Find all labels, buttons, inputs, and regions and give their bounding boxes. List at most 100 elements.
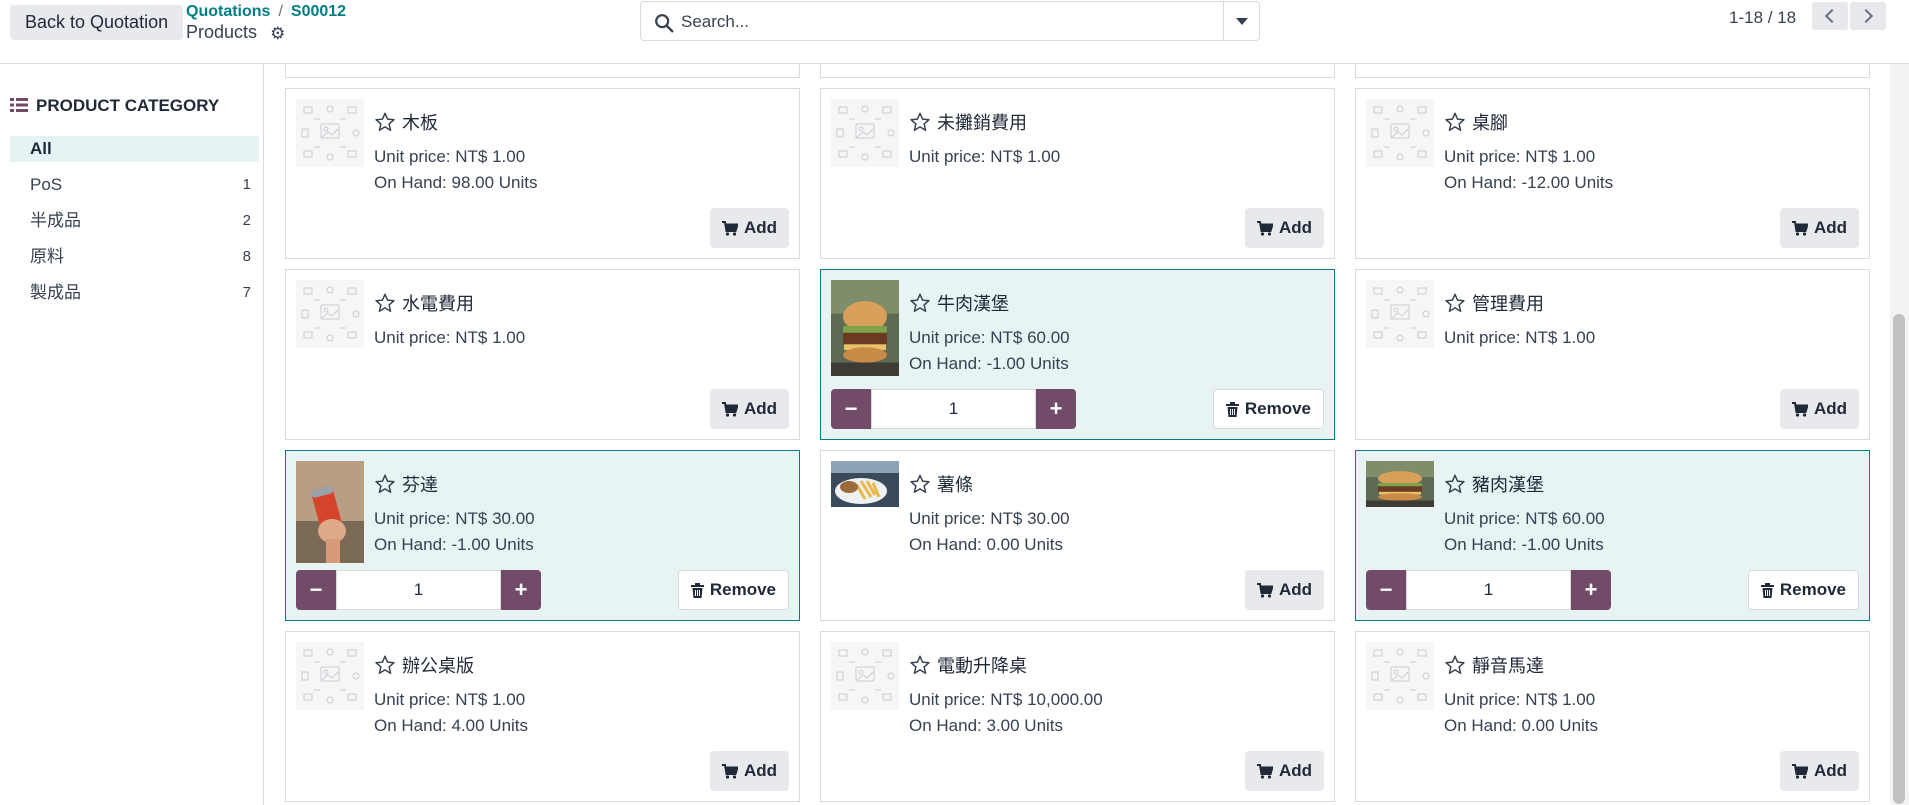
star-icon[interactable]: [909, 654, 931, 676]
product-image: [1366, 99, 1434, 167]
product-card[interactable]: 靜音馬達 Unit price: NT$ 1.00 On Hand: 0.00 Un…: [1355, 631, 1870, 802]
product-card[interactable]: 芬達 Unit price: NT$ 30.00 On Hand: -1.00 Un…: [285, 450, 800, 621]
category-label: 製成品: [30, 283, 81, 302]
trash-icon: [1225, 401, 1239, 417]
add-label: Add: [1278, 218, 1312, 237]
star-icon[interactable]: [909, 111, 931, 133]
product-card[interactable]: 水電費用 Unit price: NT$ 1.00 Add: [285, 269, 800, 440]
star-icon[interactable]: [1444, 292, 1466, 314]
product-card[interactable]: 管理費用 Unit price: NT$ 1.00 Add: [1355, 269, 1870, 440]
product-name: 靜音馬達: [1444, 652, 1544, 678]
product-card-partial[interactable]: [820, 64, 1335, 78]
back-to-quotation-button[interactable]: Back to Quotation: [10, 5, 184, 40]
remove-button[interactable]: Remove: [677, 570, 789, 610]
page-title: Products ⚙: [186, 22, 285, 44]
product-card-partial[interactable]: [285, 64, 800, 78]
unit-price: Unit price: NT$ 1.00: [374, 328, 526, 347]
increase-qty-button[interactable]: +: [1571, 570, 1611, 610]
product-card[interactable]: 電動升降桌 Unit price: NT$ 10,000.00 On Hand: 3…: [820, 631, 1335, 802]
product-name: 電動升降桌: [909, 652, 1027, 678]
star-icon[interactable]: [374, 654, 396, 676]
decrease-qty-button[interactable]: −: [1366, 570, 1406, 610]
chevron-right-icon: [1858, 8, 1874, 24]
quantity-input[interactable]: 1: [871, 389, 1036, 429]
unit-price: Unit price: NT$ 30.00: [909, 509, 1070, 528]
add-button[interactable]: Add: [709, 389, 789, 429]
quantity-stepper: − 1 +: [296, 570, 541, 610]
product-image: [1366, 280, 1434, 348]
control-panel: Back to Quotation Quotations / S00012 Prod…: [0, 0, 1909, 64]
increase-qty-button[interactable]: +: [501, 570, 541, 610]
breadcrumb-quotations-link[interactable]: Quotations: [186, 3, 270, 20]
gear-icon[interactable]: ⚙: [270, 24, 285, 44]
category-sidebar: PRODUCT CATEGORY All PoS 1 半成品 2 原料 8 製成…: [0, 64, 264, 805]
product-image: [1366, 461, 1434, 507]
category-item-pos[interactable]: PoS 1: [10, 172, 259, 198]
product-name: 桌腳: [1444, 109, 1508, 135]
category-item-all[interactable]: All: [10, 136, 259, 162]
breadcrumb-order-link[interactable]: S00012: [291, 3, 346, 20]
add-button[interactable]: Add: [709, 751, 789, 791]
product-name-label: 牛肉漢堡: [937, 294, 1009, 314]
category-label: 原料: [30, 247, 64, 266]
on-hand-qty: On Hand: -12.00 Units: [1444, 173, 1614, 192]
on-hand-qty: On Hand: -1.00 Units: [1444, 535, 1604, 554]
caret-down-icon: [1235, 17, 1248, 25]
star-icon[interactable]: [1444, 111, 1466, 133]
decrease-qty-button[interactable]: −: [831, 389, 871, 429]
pager-previous-button[interactable]: [1812, 2, 1848, 30]
add-button[interactable]: Add: [1244, 570, 1324, 610]
quantity-input[interactable]: 1: [1406, 570, 1571, 610]
scrollbar[interactable]: [1890, 64, 1909, 805]
product-card[interactable]: 薯條 Unit price: NT$ 30.00 On Hand: 0.00 Uni…: [820, 450, 1335, 621]
add-button[interactable]: Add: [1779, 751, 1859, 791]
category-count: 1: [242, 176, 251, 193]
star-icon[interactable]: [1444, 654, 1466, 676]
search-options-toggle[interactable]: [1223, 2, 1259, 40]
increase-qty-button[interactable]: +: [1036, 389, 1076, 429]
minus-icon: −: [1379, 577, 1393, 602]
product-card[interactable]: 桌腳 Unit price: NT$ 1.00 On Hand: -12.00 Un…: [1355, 88, 1870, 259]
product-image: [831, 642, 899, 710]
remove-button[interactable]: Remove: [1747, 570, 1859, 610]
add-button[interactable]: Add: [1244, 208, 1324, 248]
star-icon[interactable]: [909, 292, 931, 314]
product-card[interactable]: 牛肉漢堡 Unit price: NT$ 60.00 On Hand: -1.00 …: [820, 269, 1335, 440]
category-item-finished-goods[interactable]: 製成品 7: [10, 280, 259, 306]
add-label: Add: [1278, 761, 1312, 780]
product-image: [296, 461, 364, 563]
category-count: 8: [242, 248, 251, 265]
list-icon: [10, 98, 28, 112]
star-icon[interactable]: [1444, 473, 1466, 495]
scrollbar-thumb[interactable]: [1893, 314, 1905, 804]
product-card[interactable]: 未攤銷費用 Unit price: NT$ 1.00 Add: [820, 88, 1335, 259]
pager-value[interactable]: 1-18 / 18: [1729, 8, 1796, 28]
star-icon[interactable]: [374, 473, 396, 495]
search-input[interactable]: [681, 8, 1201, 36]
star-icon[interactable]: [909, 473, 931, 495]
cart-icon: [1256, 220, 1273, 236]
category-item-semi-finished[interactable]: 半成品 2: [10, 208, 259, 234]
pager-next-button[interactable]: [1850, 2, 1886, 30]
star-icon[interactable]: [374, 292, 396, 314]
product-name: 管理費用: [1444, 290, 1544, 316]
product-card[interactable]: 辦公桌版 Unit price: NT$ 1.00 On Hand: 4.00 Un…: [285, 631, 800, 802]
breadcrumb-separator: /: [278, 3, 283, 20]
add-button[interactable]: Add: [1779, 208, 1859, 248]
decrease-qty-button[interactable]: −: [296, 570, 336, 610]
add-button[interactable]: Add: [1244, 751, 1324, 791]
unit-price: Unit price: NT$ 1.00: [1444, 690, 1596, 709]
remove-button[interactable]: Remove: [1212, 389, 1324, 429]
add-button[interactable]: Add: [1779, 389, 1859, 429]
on-hand-qty: On Hand: -1.00 Units: [374, 535, 534, 554]
product-name-label: 辦公桌版: [402, 656, 474, 676]
add-button[interactable]: Add: [709, 208, 789, 248]
remove-label: Remove: [1779, 580, 1846, 599]
product-card[interactable]: 木板 Unit price: NT$ 1.00 On Hand: 98.00 Uni…: [285, 88, 800, 259]
quantity-input[interactable]: 1: [336, 570, 501, 610]
product-card[interactable]: 豬肉漢堡 Unit price: NT$ 60.00 On Hand: -1.00 …: [1355, 450, 1870, 621]
category-item-raw-materials[interactable]: 原料 8: [10, 244, 259, 270]
star-icon[interactable]: [374, 111, 396, 133]
product-name: 辦公桌版: [374, 652, 474, 678]
product-card-partial[interactable]: [1355, 64, 1870, 78]
